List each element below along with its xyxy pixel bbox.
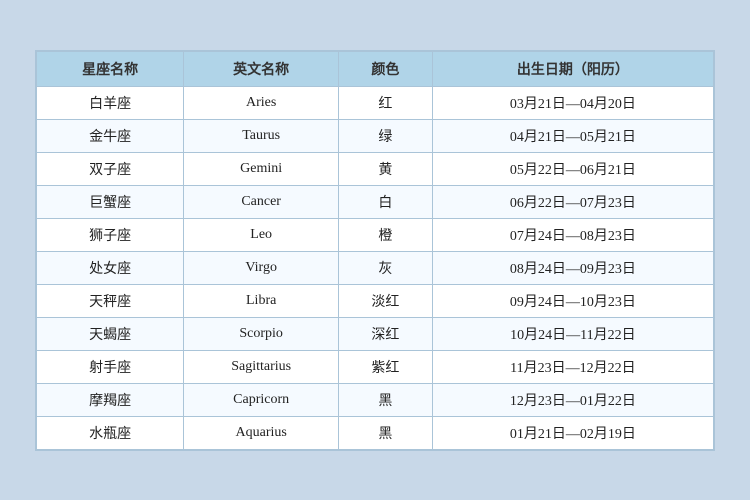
- table-cell-r1-c2: 绿: [339, 119, 433, 152]
- table-cell-r1-c3: 04月21日—05月21日: [432, 119, 713, 152]
- table-row: 射手座Sagittarius紫红11月23日—12月22日: [37, 350, 714, 383]
- table-cell-r10-c1: Aquarius: [184, 416, 339, 449]
- table-row: 天蝎座Scorpio深红10月24日—11月22日: [37, 317, 714, 350]
- column-header-3: 出生日期（阳历）: [432, 51, 713, 86]
- table-cell-r8-c0: 射手座: [37, 350, 184, 383]
- table-cell-r2-c3: 05月22日—06月21日: [432, 152, 713, 185]
- table-cell-r6-c0: 天秤座: [37, 284, 184, 317]
- table-cell-r8-c3: 11月23日—12月22日: [432, 350, 713, 383]
- table-row: 金牛座Taurus绿04月21日—05月21日: [37, 119, 714, 152]
- table-cell-r5-c0: 处女座: [37, 251, 184, 284]
- table-cell-r0-c3: 03月21日—04月20日: [432, 86, 713, 119]
- table-row: 狮子座Leo橙07月24日—08月23日: [37, 218, 714, 251]
- table-row: 天秤座Libra淡红09月24日—10月23日: [37, 284, 714, 317]
- zodiac-table: 星座名称英文名称颜色出生日期（阳历） 白羊座Aries红03月21日—04月20…: [36, 51, 714, 450]
- table-cell-r2-c2: 黄: [339, 152, 433, 185]
- table-cell-r9-c3: 12月23日—01月22日: [432, 383, 713, 416]
- table-cell-r9-c2: 黑: [339, 383, 433, 416]
- zodiac-table-wrapper: 星座名称英文名称颜色出生日期（阳历） 白羊座Aries红03月21日—04月20…: [35, 50, 715, 451]
- column-header-0: 星座名称: [37, 51, 184, 86]
- table-cell-r3-c1: Cancer: [184, 185, 339, 218]
- table-header-row: 星座名称英文名称颜色出生日期（阳历）: [37, 51, 714, 86]
- table-cell-r7-c3: 10月24日—11月22日: [432, 317, 713, 350]
- table-cell-r5-c3: 08月24日—09月23日: [432, 251, 713, 284]
- table-cell-r5-c2: 灰: [339, 251, 433, 284]
- table-cell-r4-c1: Leo: [184, 218, 339, 251]
- table-cell-r0-c0: 白羊座: [37, 86, 184, 119]
- table-cell-r10-c2: 黑: [339, 416, 433, 449]
- table-cell-r3-c2: 白: [339, 185, 433, 218]
- table-cell-r6-c1: Libra: [184, 284, 339, 317]
- table-row: 水瓶座Aquarius黑01月21日—02月19日: [37, 416, 714, 449]
- table-cell-r0-c1: Aries: [184, 86, 339, 119]
- table-cell-r7-c1: Scorpio: [184, 317, 339, 350]
- table-cell-r2-c0: 双子座: [37, 152, 184, 185]
- table-row: 处女座Virgo灰08月24日—09月23日: [37, 251, 714, 284]
- table-cell-r9-c0: 摩羯座: [37, 383, 184, 416]
- table-cell-r10-c0: 水瓶座: [37, 416, 184, 449]
- table-cell-r6-c2: 淡红: [339, 284, 433, 317]
- table-cell-r1-c0: 金牛座: [37, 119, 184, 152]
- table-row: 摩羯座Capricorn黑12月23日—01月22日: [37, 383, 714, 416]
- table-cell-r2-c1: Gemini: [184, 152, 339, 185]
- table-cell-r10-c3: 01月21日—02月19日: [432, 416, 713, 449]
- column-header-1: 英文名称: [184, 51, 339, 86]
- table-cell-r8-c2: 紫红: [339, 350, 433, 383]
- table-row: 白羊座Aries红03月21日—04月20日: [37, 86, 714, 119]
- table-cell-r8-c1: Sagittarius: [184, 350, 339, 383]
- table-cell-r4-c3: 07月24日—08月23日: [432, 218, 713, 251]
- table-cell-r5-c1: Virgo: [184, 251, 339, 284]
- table-cell-r1-c1: Taurus: [184, 119, 339, 152]
- table-cell-r7-c0: 天蝎座: [37, 317, 184, 350]
- column-header-2: 颜色: [339, 51, 433, 86]
- table-cell-r3-c0: 巨蟹座: [37, 185, 184, 218]
- table-body: 白羊座Aries红03月21日—04月20日金牛座Taurus绿04月21日—0…: [37, 86, 714, 449]
- table-cell-r3-c3: 06月22日—07月23日: [432, 185, 713, 218]
- table-row: 双子座Gemini黄05月22日—06月21日: [37, 152, 714, 185]
- table-cell-r0-c2: 红: [339, 86, 433, 119]
- table-cell-r9-c1: Capricorn: [184, 383, 339, 416]
- table-row: 巨蟹座Cancer白06月22日—07月23日: [37, 185, 714, 218]
- table-cell-r4-c2: 橙: [339, 218, 433, 251]
- table-cell-r4-c0: 狮子座: [37, 218, 184, 251]
- table-cell-r7-c2: 深红: [339, 317, 433, 350]
- table-cell-r6-c3: 09月24日—10月23日: [432, 284, 713, 317]
